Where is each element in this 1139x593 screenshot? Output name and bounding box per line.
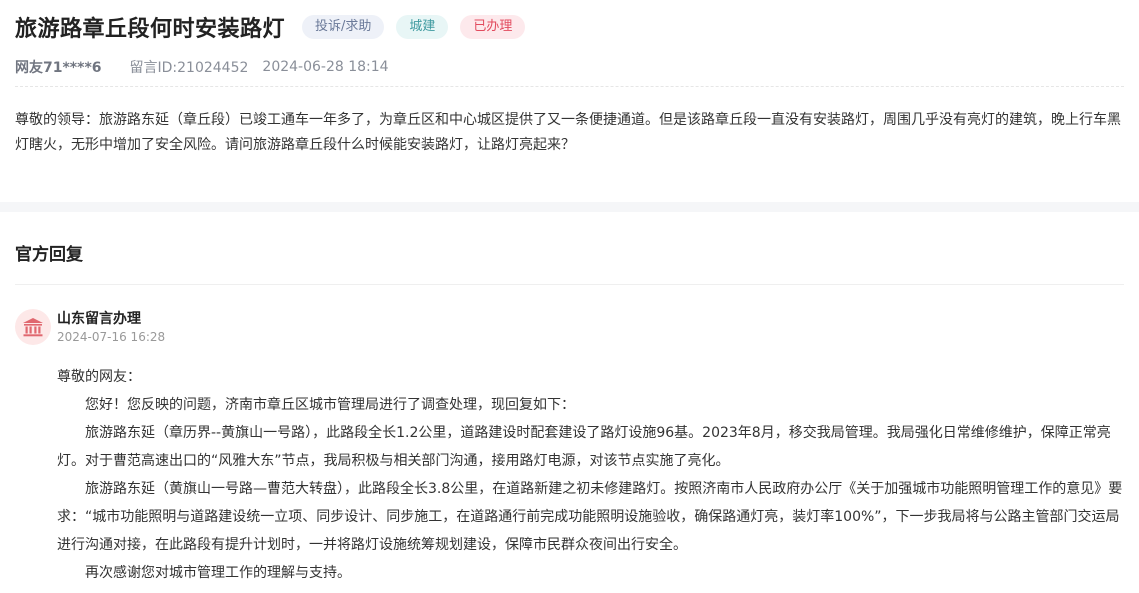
reply-paragraph: 旅游路东延（章历界--黄旗山一号路），此路段全长1.2公里，道路建设时配套建设了… [57,425,1111,469]
reply-body: 尊敬的网友： 您好！您反映的问题，济南市章丘区城市管理局进行了调查处理，现回复如… [57,363,1127,587]
government-building-icon [15,309,51,345]
reply-salutation: 尊敬的网友： [57,369,141,385]
post-meta: 网友71****6 留言ID:21024452 2024-06-28 18:14 [15,58,389,76]
post-content: 尊敬的领导：旅游路东延（章丘段）已竣工通车一年多了，为章丘区和中心城区提供了又一… [15,112,1121,153]
post-datetime: 2024-06-28 18:14 [262,59,389,75]
meta-divider [15,86,1124,87]
title-row: 旅游路章丘段何时安装路灯 投诉/求助 城建 已办理 [15,12,526,42]
reply-paragraph: 您好！您反映的问题，济南市章丘区城市管理局进行了调查处理，现回复如下： [85,397,575,413]
reply-divider [15,284,1124,285]
post-title: 旅游路章丘段何时安装路灯 [15,17,286,42]
reply-datetime: 2024-07-16 16:28 [57,330,166,344]
status-badge: 已办理 [460,15,526,39]
type-tag: 投诉/求助 [302,15,385,39]
reply-paragraph: 再次感谢您对城市管理工作的理解与支持。 [85,565,351,581]
post-section: 旅游路章丘段何时安装路灯 投诉/求助 城建 已办理 网友71****6 留言ID… [0,0,1139,200]
government-building-icon-svg [23,318,43,337]
reply-heading: 官方回复 [15,245,83,265]
reply-paragraph: 旅游路东延（黄旗山一号路—曹范大转盘），此路段全长3.8公里，在道路新建之初未修… [57,481,1123,553]
message-id: 留言ID:21024452 [129,60,249,76]
reply-organization: 山东留言办理 [57,311,141,327]
section-gap [0,202,1139,212]
post-author: 网友71****6 [15,60,102,76]
category-tag: 城建 [396,15,449,39]
